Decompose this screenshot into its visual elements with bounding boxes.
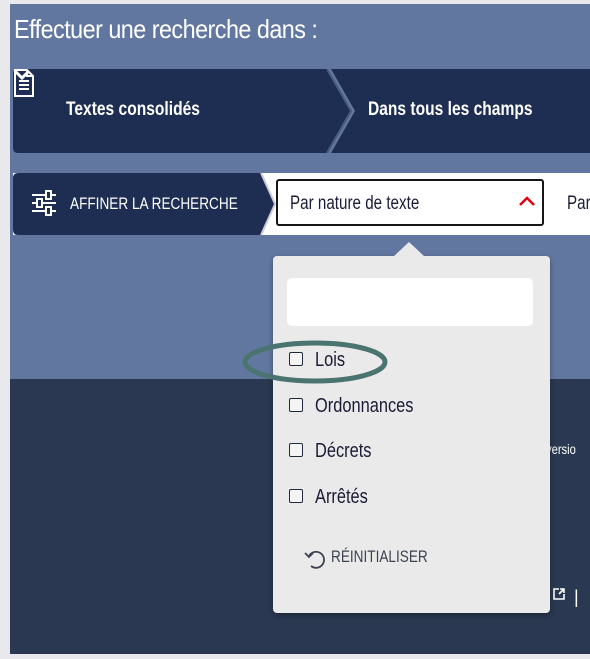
undo-icon: [304, 550, 325, 569]
nature-dropdown-panel: Lois Ordonnances Décrets Arrêtés RÉINITI…: [273, 242, 550, 613]
option-label: Décrets: [315, 440, 372, 462]
option-label: Ordonnances: [315, 395, 414, 417]
checkbox[interactable]: [289, 489, 303, 503]
next-filter-select[interactable]: Par: [567, 193, 590, 215]
page-frame: Effectuer une recherche dans : Textes co…: [10, 4, 590, 654]
chevron-down-icon: [13, 69, 31, 81]
text-type-label: Textes consolidés: [66, 99, 200, 120]
dropdown-pointer: [393, 242, 425, 257]
option-label: Arrêtés: [315, 486, 368, 508]
option-decrets[interactable]: Décrets: [289, 440, 489, 464]
checkbox[interactable]: [289, 398, 303, 412]
search-scope-bar: Textes consolidés Dans tous les champs: [13, 69, 590, 153]
reset-label: RÉINITIALISER: [331, 547, 428, 566]
footer-separator: |: [574, 587, 579, 607]
nature-filter-select[interactable]: Par nature de texte: [276, 179, 544, 226]
option-ordonnances[interactable]: Ordonnances: [289, 395, 489, 419]
external-link-icon[interactable]: [552, 587, 566, 601]
refine-label: AFFINER LA RECHERCHE: [70, 194, 238, 213]
sliders-icon: [32, 190, 56, 216]
option-arretes[interactable]: Arrêtés: [289, 486, 489, 510]
caret-up-icon: [519, 196, 535, 206]
field-scope-selector[interactable]: Dans tous les champs: [368, 99, 533, 121]
nature-search-input[interactable]: [287, 278, 533, 326]
refine-bar: AFFINER LA RECHERCHE Par nature de texte…: [13, 173, 590, 235]
background-partial-text: versio: [546, 441, 576, 457]
page-heading: Effectuer une recherche dans :: [14, 14, 318, 44]
checkbox[interactable]: [289, 443, 303, 457]
highlight-annotation: [242, 340, 388, 384]
reset-button[interactable]: RÉINITIALISER: [303, 544, 463, 572]
nature-filter-label: Par nature de texte: [290, 193, 420, 214]
